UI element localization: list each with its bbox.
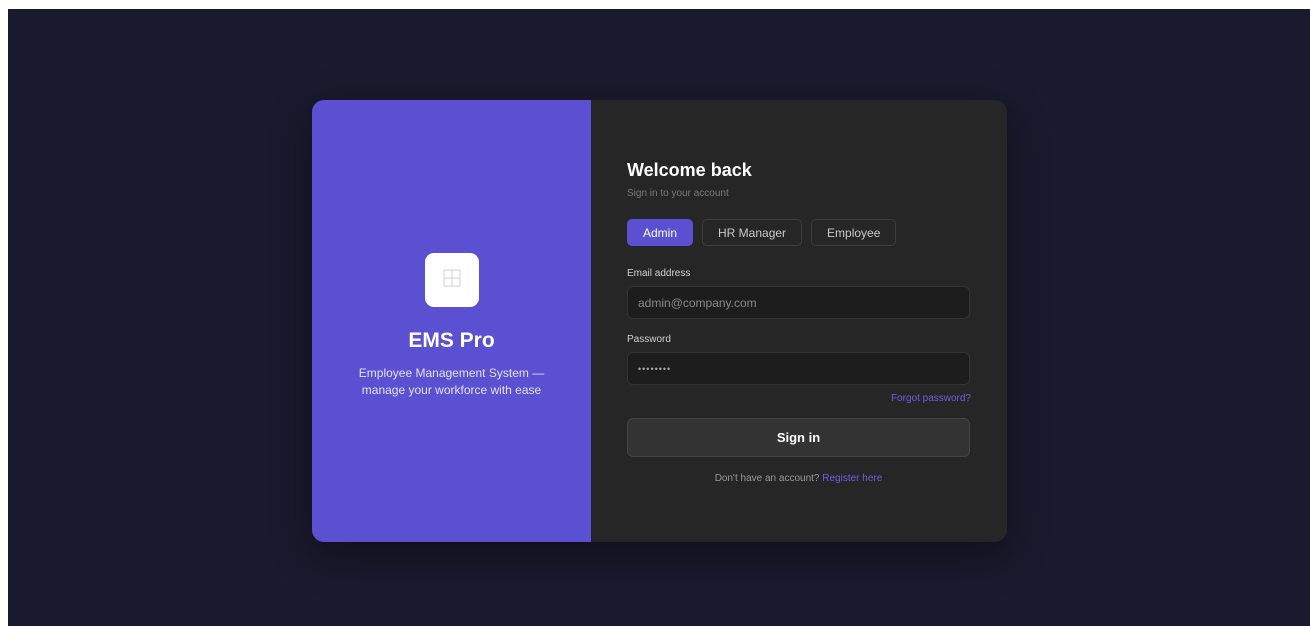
forgot-password-link[interactable]: Forgot password?	[891, 393, 971, 404]
brand-name: EMS Pro	[408, 329, 495, 352]
brand-panel: EMS Pro Employee Management System — man…	[312, 100, 591, 542]
register-link[interactable]: Register here	[822, 473, 882, 484]
page-background: EMS Pro Employee Management System — man…	[8, 9, 1310, 626]
login-card: EMS Pro Employee Management System — man…	[312, 100, 1007, 542]
login-form-panel: Welcome back Sign in to your account Adm…	[591, 100, 1007, 542]
role-tab-admin[interactable]: Admin	[627, 219, 694, 246]
password-field[interactable]	[627, 352, 970, 385]
password-label: Password	[627, 334, 671, 345]
role-tab-employee[interactable]: Employee	[811, 219, 897, 246]
register-prompt: Don't have an account? Register here	[627, 473, 970, 484]
brand-tagline: Employee Management System — manage your…	[358, 366, 545, 397]
role-selector: Admin HR Manager Employee	[627, 219, 897, 246]
page-subtitle: Sign in to your account	[627, 188, 729, 199]
page-title: Welcome back	[627, 160, 752, 180]
sign-in-button[interactable]: Sign in	[627, 418, 970, 457]
grid-icon	[442, 268, 461, 292]
logo	[424, 253, 479, 307]
email-field[interactable]	[627, 286, 970, 319]
role-tab-hr-manager[interactable]: HR Manager	[702, 219, 803, 246]
email-label: Email address	[627, 268, 691, 279]
register-prompt-text: Don't have an account?	[714, 473, 820, 484]
